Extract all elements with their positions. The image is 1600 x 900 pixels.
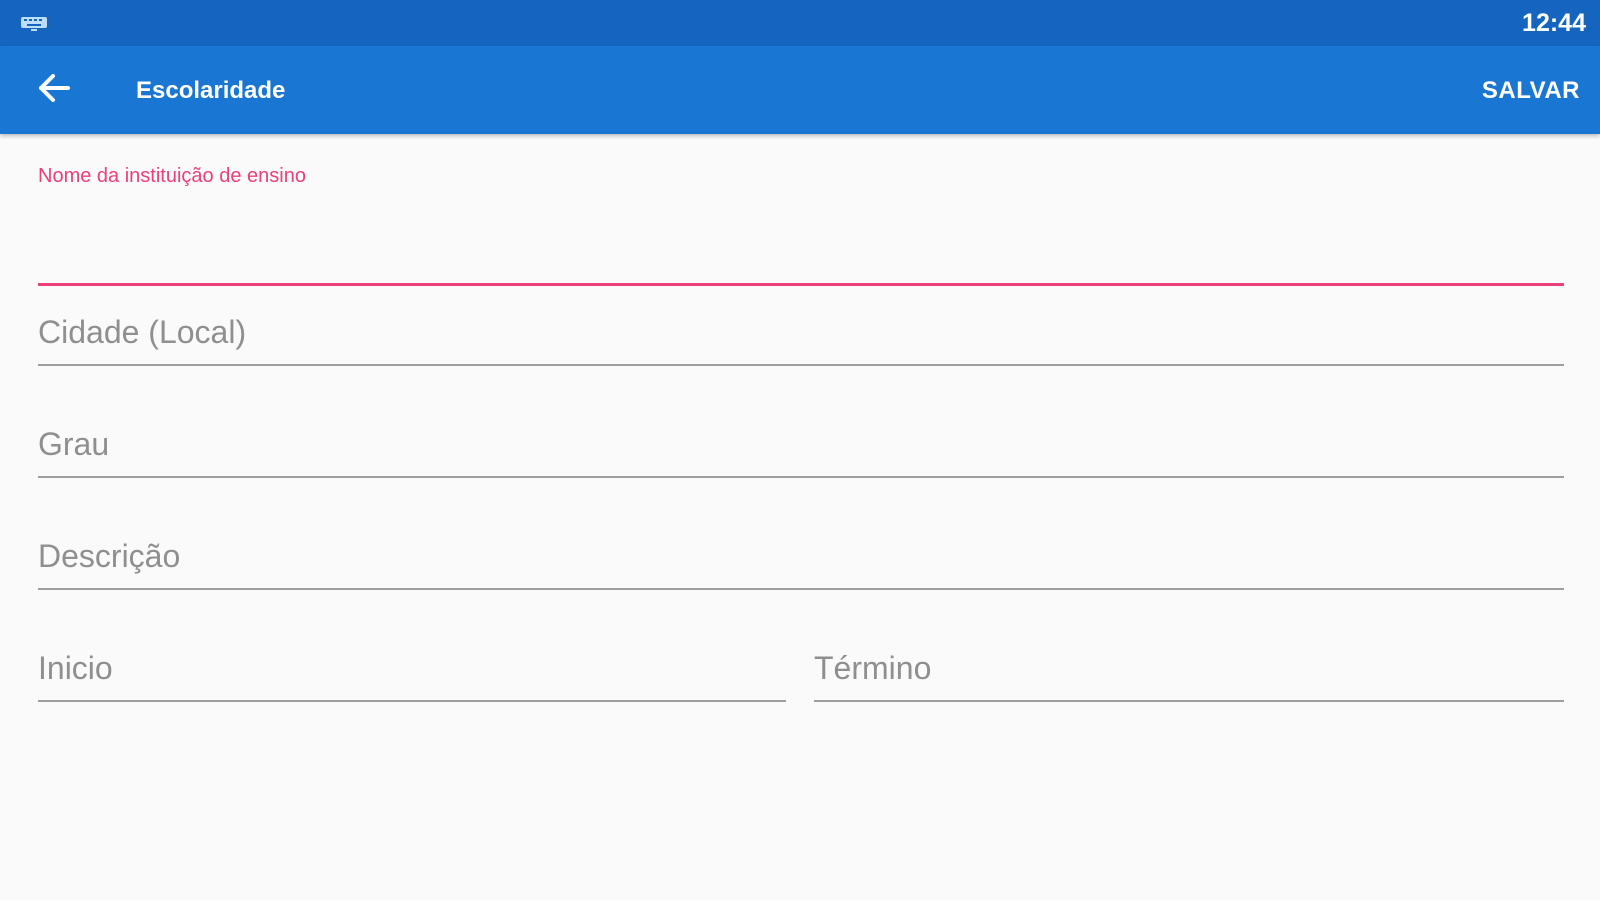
start-date-placeholder: Inicio [38, 650, 113, 686]
end-date-field[interactable]: Término [814, 646, 1564, 702]
city-field[interactable]: Cidade (Local) [38, 310, 1564, 366]
description-underline [38, 588, 1564, 590]
keyboard-icon [20, 16, 48, 32]
education-form: Nome da instituição de ensino Cidade (Lo… [0, 134, 1600, 900]
institution-name-field[interactable]: Nome da instituição de ensino [38, 164, 1564, 286]
institution-name-underline [38, 283, 1564, 286]
end-date-underline [814, 700, 1564, 702]
description-placeholder: Descrição [38, 538, 181, 574]
start-date-field[interactable]: Inicio [38, 646, 786, 702]
app-bar: Escolaridade SALVAR [0, 46, 1600, 134]
degree-placeholder: Grau [38, 426, 110, 462]
status-clock: 12:44 [1522, 9, 1586, 37]
degree-field[interactable]: Grau [38, 422, 1564, 478]
arrow-back-icon [37, 73, 71, 108]
degree-underline [38, 476, 1564, 478]
end-date-placeholder: Término [814, 650, 932, 686]
back-button[interactable] [30, 66, 78, 114]
description-field[interactable]: Descrição [38, 534, 1564, 590]
start-date-underline [38, 700, 786, 702]
save-button[interactable]: SALVAR [1482, 76, 1580, 106]
status-bar: 12:44 [0, 0, 1600, 46]
institution-name-label: Nome da instituição de ensino [38, 165, 306, 187]
page-title: Escolaridade [136, 77, 286, 104]
city-underline [38, 364, 1564, 366]
city-placeholder: Cidade (Local) [38, 314, 247, 350]
